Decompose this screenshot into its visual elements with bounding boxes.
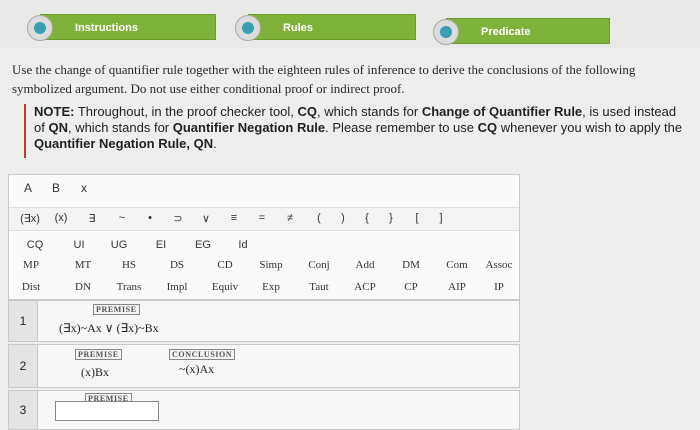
rule-button[interactable]: Trans [109, 281, 149, 293]
note-text: whenever you wish to apply the [497, 120, 683, 135]
rule-button[interactable]: Assoc [479, 259, 519, 271]
rule-button[interactable]: IP [479, 281, 519, 293]
proof-line: 2 PREMISE (x)Bx CONCLUSION ~(x)Ax [8, 344, 520, 388]
tab-instructions-label: Instructions [75, 22, 138, 34]
rule-button[interactable]: Add [345, 259, 385, 271]
note-qn: QN [48, 120, 68, 135]
note-cq: CQ [297, 104, 318, 119]
rule-button[interactable]: UG [101, 239, 137, 251]
note-text: , which stands for [67, 120, 173, 135]
tab-rules-label: Rules [283, 22, 313, 34]
proof-toolbox: A B x (∃x) (x) ∃ ~ • ⊃ ∨ ≡ = ≠ ( ) { } [… [8, 174, 520, 300]
note-qn-name: Quantifier Negation Rule [172, 120, 326, 135]
note-prefix: NOTE: [34, 104, 75, 119]
line-number: 2 [9, 345, 38, 387]
var-button[interactable]: x [77, 181, 91, 195]
premise-statement[interactable]: (x)Bx [81, 365, 109, 380]
note-box: NOTE: Throughout, in the proof checker t… [24, 104, 684, 158]
rule-button[interactable]: Dist [11, 281, 51, 293]
rules-row-quantifier: CQ UI UG EI EG Id [9, 239, 519, 253]
line-number: 3 [9, 391, 38, 429]
symbol-button[interactable]: ] [435, 212, 447, 224]
rule-button[interactable]: CD [205, 259, 245, 271]
rule-button[interactable]: DM [391, 259, 431, 271]
symbol-button[interactable]: ≠ [283, 212, 297, 224]
conclusion-tag: CONCLUSION [169, 349, 236, 360]
note-text: Throughout, in the proof checker tool, [74, 104, 298, 119]
rule-button[interactable]: ACP [345, 281, 385, 293]
tab-predicate[interactable]: Predicate [433, 18, 610, 45]
proof-line: 3 PREMISE [8, 390, 520, 430]
rule-button[interactable]: MT [63, 259, 103, 271]
rule-button[interactable]: Simp [251, 259, 291, 271]
rules-row-inference: MP MT HS DS CD Simp Conj Add DM Com Asso… [9, 259, 519, 275]
rule-button[interactable]: AIP [437, 281, 477, 293]
radio-icon [235, 15, 261, 41]
rule-button[interactable]: Exp [251, 281, 291, 293]
note-cq-name: Change of Quantifier Rule [421, 104, 583, 119]
rule-button[interactable]: UI [61, 239, 97, 251]
rule-button[interactable]: MP [11, 259, 51, 271]
rule-button[interactable]: Conj [299, 259, 339, 271]
symbol-button[interactable]: = [255, 212, 269, 224]
rule-button[interactable]: CP [391, 281, 431, 293]
proof-line: 1 PREMISE (∃x)~Ax ∨ (∃x)~Bx [8, 300, 520, 342]
symbol-button[interactable]: { [361, 212, 373, 224]
rule-button[interactable]: Taut [299, 281, 339, 293]
note-text: . [213, 136, 217, 151]
premise-statement[interactable]: (∃x)~Ax ∨ (∃x)~Bx [59, 321, 159, 336]
tab-predicate-label: Predicate [481, 26, 531, 38]
var-button[interactable]: A [21, 181, 35, 195]
symbol-button[interactable]: (∃x) [13, 212, 47, 225]
symbol-button[interactable]: } [385, 212, 397, 224]
note-qn-name2: Quantifier Negation Rule, QN [34, 136, 214, 151]
tab-rules[interactable]: Rules [235, 14, 416, 41]
conclusion-statement: ~(x)Ax [179, 362, 215, 376]
rule-button[interactable]: EI [143, 239, 179, 251]
symbol-button[interactable]: • [143, 212, 157, 224]
symbols-row: (∃x) (x) ∃ ~ • ⊃ ∨ ≡ = ≠ ( ) { } [ ] [9, 207, 519, 231]
rule-button[interactable]: DS [157, 259, 197, 271]
rule-button[interactable]: CQ [17, 239, 53, 251]
variables-row: A B x [9, 181, 519, 197]
symbol-button[interactable]: (x) [49, 212, 73, 224]
premise-input[interactable] [55, 401, 159, 421]
symbol-button[interactable]: [ [411, 212, 423, 224]
note-text: . Please remember to use [325, 120, 478, 135]
tab-instructions[interactable]: Instructions [27, 14, 216, 41]
symbol-button[interactable]: ( [313, 212, 325, 224]
radio-icon [27, 15, 53, 41]
line-number: 1 [9, 301, 38, 341]
note-text: , which stands for [317, 104, 422, 119]
rule-button[interactable]: DN [63, 281, 103, 293]
rule-button[interactable]: EG [185, 239, 221, 251]
premise-tag: PREMISE [93, 304, 140, 315]
rule-button[interactable]: Com [437, 259, 477, 271]
premise-tag: PREMISE [75, 349, 122, 360]
symbol-button[interactable]: ≡ [227, 212, 241, 224]
radio-icon [433, 19, 459, 45]
rule-button[interactable]: Id [225, 239, 261, 251]
note-cq2: CQ [477, 120, 498, 135]
symbol-button[interactable]: ∃ [85, 212, 99, 225]
symbol-button[interactable]: ~ [115, 212, 129, 224]
symbol-button[interactable]: ) [337, 212, 349, 224]
symbol-button[interactable]: ⊃ [171, 212, 185, 225]
rule-button[interactable]: HS [109, 259, 149, 271]
instructions-text: Use the change of quantifier rule togeth… [12, 62, 636, 96]
proof-area: 1 PREMISE (∃x)~Ax ∨ (∃x)~Bx 2 PREMISE (x… [8, 298, 520, 430]
var-button[interactable]: B [49, 181, 63, 195]
rule-button[interactable]: Impl [157, 281, 197, 293]
rules-row-replacement: Dist DN Trans Impl Equiv Exp Taut ACP CP… [9, 281, 519, 297]
symbol-button[interactable]: ∨ [199, 212, 213, 225]
tab-bar: Instructions Rules Predicate [0, 0, 700, 48]
rule-button[interactable]: Equiv [205, 281, 245, 293]
